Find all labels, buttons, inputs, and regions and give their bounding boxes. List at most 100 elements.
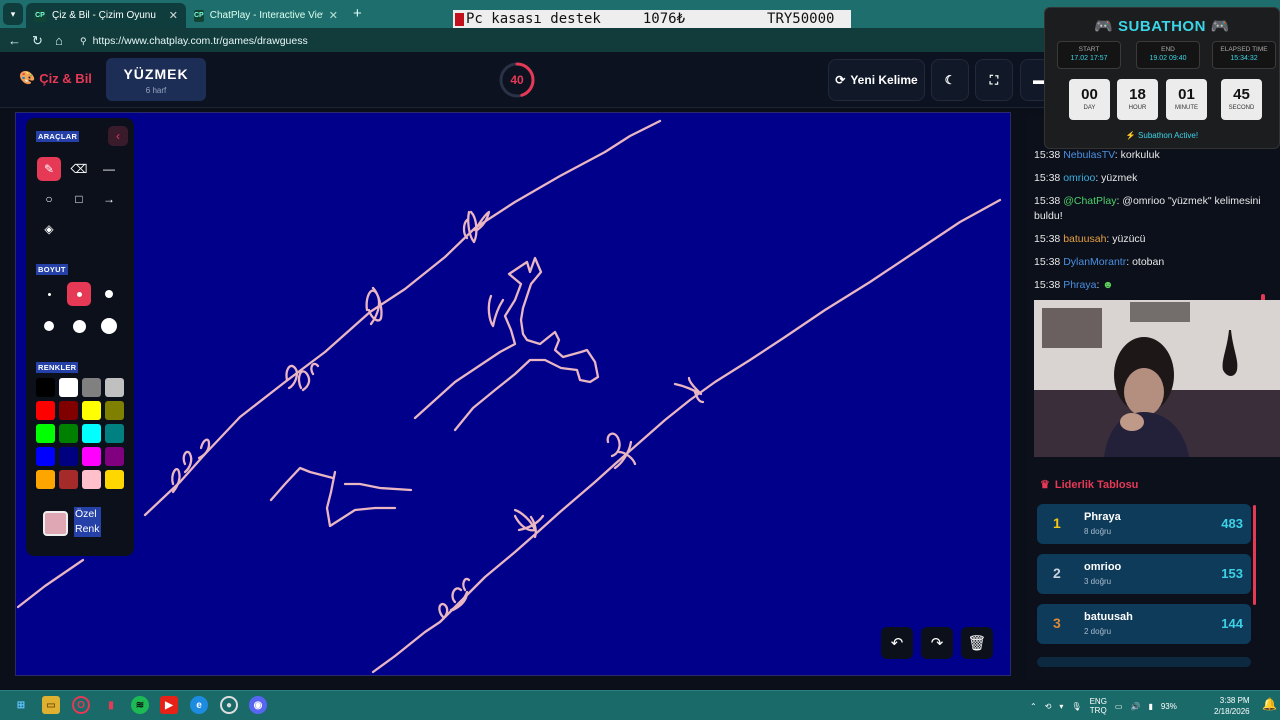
redo-button[interactable]: ↷	[921, 627, 953, 659]
color-swatch[interactable]	[59, 424, 78, 443]
theme-toggle-button[interactable]: ☾	[931, 59, 969, 101]
color-swatch[interactable]	[82, 378, 101, 397]
size-option-6[interactable]	[97, 314, 121, 338]
site-info-icon[interactable]: ⚲	[80, 36, 87, 47]
custom-color-label[interactable]: Özel Renk	[74, 507, 101, 537]
battery-icon[interactable]: ▮	[1148, 702, 1152, 711]
new-word-button[interactable]: ⟳ Yeni Kelime	[828, 59, 925, 101]
chat-username[interactable]: omrioo	[1063, 172, 1095, 184]
color-swatch[interactable]	[36, 401, 55, 420]
color-swatch[interactable]	[82, 470, 101, 489]
eraser-tool-button[interactable]: ⌫	[67, 157, 91, 181]
display-icon[interactable]: ▭	[1115, 702, 1123, 711]
chevron-up-icon[interactable]: ⌃	[1030, 702, 1037, 711]
color-swatch[interactable]	[82, 447, 101, 466]
countdown-minute-value: 01	[1178, 86, 1195, 103]
size-option-3[interactable]	[97, 282, 121, 306]
size-dot	[44, 321, 54, 331]
color-swatch[interactable]	[36, 424, 55, 443]
countdown-minute: 01 MINUTE	[1166, 79, 1207, 120]
fullscreen-button[interactable]: ⛶	[975, 59, 1013, 101]
square-tool-button[interactable]: □	[67, 187, 91, 211]
url-field[interactable]: ⚲ https://www.chatplay.com.tr/games/draw…	[80, 33, 1040, 49]
sync-icon[interactable]: ⟲	[1045, 702, 1052, 711]
volume-icon[interactable]: 🔊	[1130, 702, 1140, 711]
wifi-icon[interactable]: ▾	[1059, 702, 1063, 711]
discord-icon[interactable]: ◉	[249, 696, 267, 714]
clock-date: 2/18/2026	[1214, 707, 1250, 716]
leaderboard-title: ♛ Liderlik Tablosu	[1040, 478, 1138, 492]
arrow-tool-button[interactable]: →	[97, 187, 121, 211]
home-icon[interactable]: ⌂	[55, 33, 63, 48]
leaderboard-correct: 8 doğru	[1084, 527, 1112, 536]
browser-tab-active[interactable]: CP Çiz & Bil - Çizim Oyunu ✕	[26, 3, 186, 28]
color-swatch[interactable]	[105, 424, 124, 443]
language-indicator[interactable]: ENG TRQ	[1090, 697, 1107, 715]
browser-tab[interactable]: CP ChatPlay - Interactive Viewer Gam ✕	[186, 3, 346, 28]
back-icon[interactable]: ←	[8, 33, 21, 48]
undo-button[interactable]: ↶	[881, 627, 913, 659]
color-swatch[interactable]	[59, 401, 78, 420]
color-swatch[interactable]	[105, 401, 124, 420]
taskbar-clock[interactable]: 3:38 PM 2/18/2026	[1214, 695, 1250, 717]
subathon-elapsed: ELAPSED TIME 15:34:32	[1212, 41, 1276, 69]
collapse-panel-button[interactable]: ‹	[108, 126, 128, 146]
start-menu-icon[interactable]: ⊞	[12, 696, 30, 714]
spotify-icon[interactable]: ≋	[131, 696, 149, 714]
elapsed-label: ELAPSED TIME	[1220, 46, 1268, 53]
color-swatch[interactable]	[36, 470, 55, 489]
obs-icon[interactable]: ●	[220, 696, 238, 714]
color-palette	[36, 378, 128, 492]
leaderboard-scrollbar[interactable]	[1253, 505, 1256, 605]
size-option-4[interactable]	[37, 314, 61, 338]
color-swatch[interactable]	[36, 447, 55, 466]
line-tool-button[interactable]: —	[97, 157, 121, 181]
leaderboard-correct: 3 doğru	[1084, 577, 1112, 586]
chat-username[interactable]: batuusah	[1063, 233, 1106, 245]
circle-tool-button[interactable]: ○	[37, 187, 61, 211]
close-tab-icon[interactable]: ✕	[169, 9, 178, 22]
size-option-5[interactable]	[67, 314, 91, 338]
custom-color-label-line2: Renk	[75, 523, 100, 535]
close-tab-icon[interactable]: ✕	[329, 9, 338, 22]
chat-time: 15:38	[1034, 233, 1061, 245]
clear-canvas-button[interactable]: 🗑	[961, 627, 993, 659]
color-swatch[interactable]	[59, 470, 78, 489]
fill-tool-button[interactable]: ◈	[37, 217, 61, 241]
tab-menu-icon[interactable]: ▾	[3, 3, 23, 25]
size-option-2[interactable]	[67, 282, 91, 306]
chat-username[interactable]: DylanMorantr	[1063, 256, 1126, 268]
leaderboard-row[interactable]: 2 omrioo 3 doğru 153	[1037, 554, 1251, 594]
app-icon[interactable]: ▮	[102, 696, 120, 714]
file-explorer-icon[interactable]: ▭	[42, 696, 60, 714]
reload-icon[interactable]: ↻	[32, 33, 43, 49]
notification-bell-icon[interactable]: 🔔	[1262, 697, 1277, 711]
microphone-icon[interactable]: 🎙	[1071, 702, 1081, 711]
color-swatch[interactable]	[105, 378, 124, 397]
leaderboard-row[interactable]: 3 batuusah 2 doğru 144	[1037, 604, 1251, 644]
chat-username[interactable]: Phraya	[1063, 279, 1096, 291]
banner-target-amount: TRY50000	[767, 11, 835, 27]
color-swatch[interactable]	[82, 424, 101, 443]
edge-icon[interactable]: e	[190, 696, 208, 714]
color-swatch[interactable]	[82, 401, 101, 420]
new-tab-icon[interactable]: +	[353, 5, 362, 22]
refresh-icon: ⟳	[835, 73, 846, 87]
redo-icon: ↷	[930, 635, 944, 652]
color-swatch[interactable]	[105, 447, 124, 466]
pencil-tool-button[interactable]: ✎	[37, 157, 61, 181]
leaderboard-row[interactable]: 1 Phraya 8 doğru 483	[1037, 504, 1251, 544]
chat-text: : otoban	[1126, 256, 1165, 268]
color-swatch[interactable]	[59, 378, 78, 397]
color-swatch[interactable]	[105, 470, 124, 489]
chat-username[interactable]: NebulasTV	[1063, 149, 1115, 161]
size-option-1[interactable]	[37, 282, 61, 306]
youtube-icon[interactable]: ▶	[160, 696, 178, 714]
app-logo[interactable]: 🎨 Çiz & Bil	[19, 70, 92, 86]
color-swatch[interactable]	[59, 447, 78, 466]
chat-username[interactable]: @ChatPlay	[1063, 195, 1116, 207]
color-swatch[interactable]	[36, 378, 55, 397]
circle-icon: ○	[45, 192, 53, 206]
custom-color-swatch[interactable]	[43, 511, 68, 536]
opera-icon[interactable]: O	[72, 696, 90, 714]
